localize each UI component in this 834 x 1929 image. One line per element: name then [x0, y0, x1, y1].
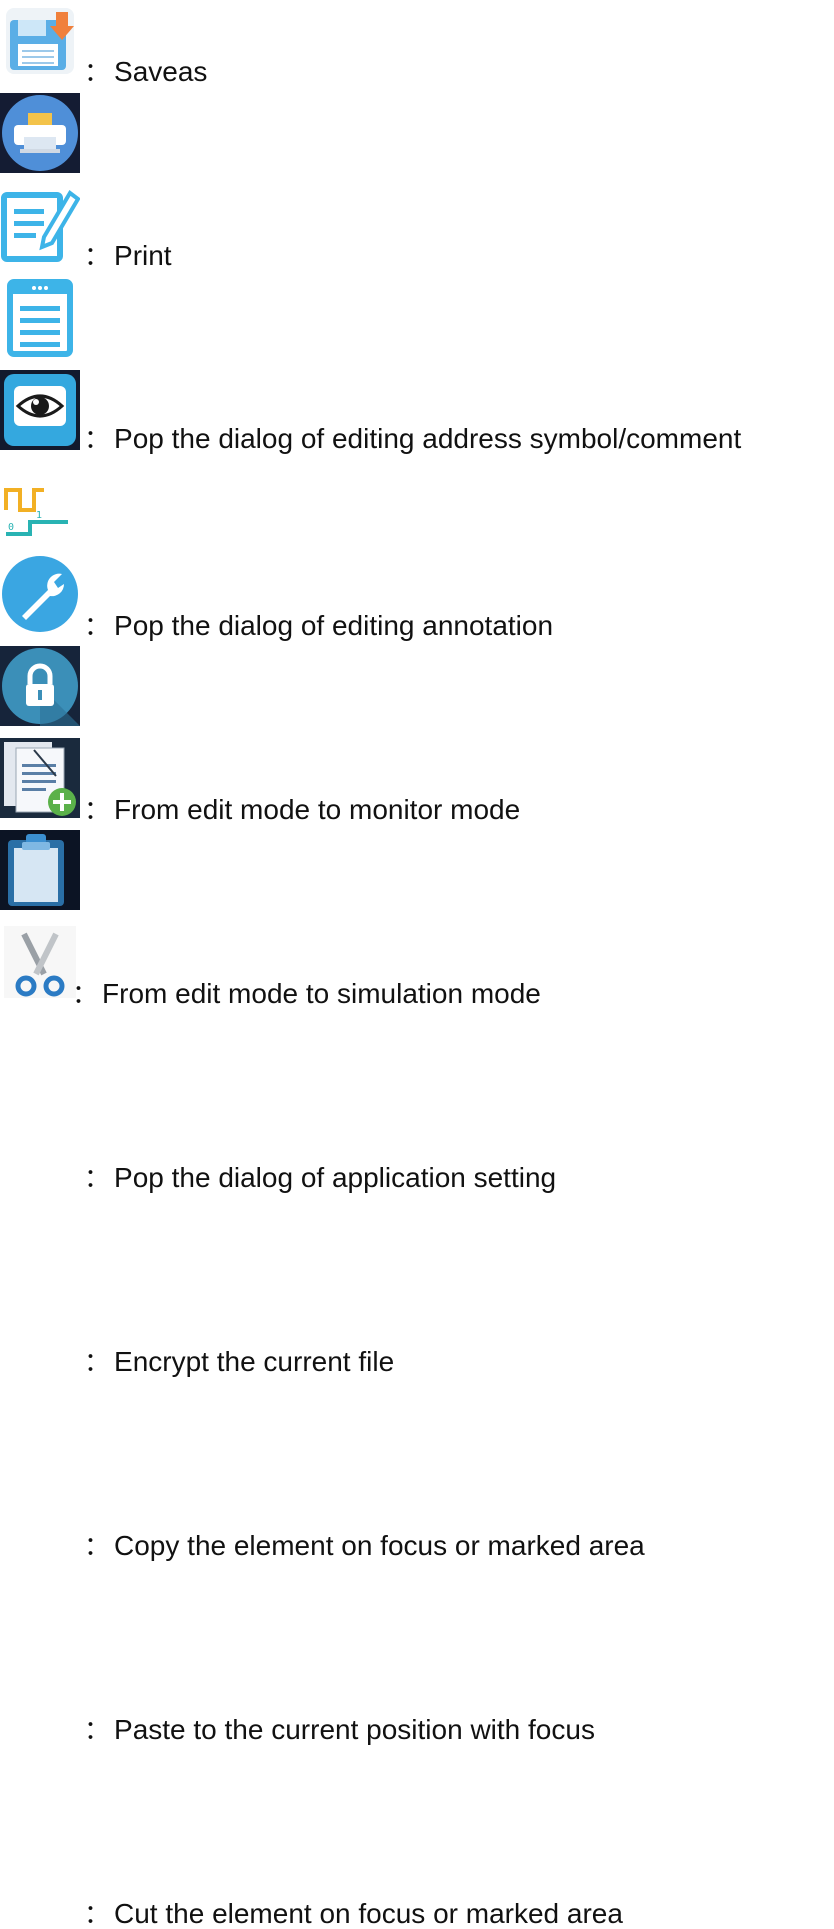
- list-item: ： Pop the dialog of editing annotation: [0, 278, 834, 640]
- monitor-mode-eye-icon: [0, 370, 80, 450]
- separator: ：: [84, 57, 111, 87]
- list-item: ： Pop the dialog of editing address symbo…: [0, 185, 834, 453]
- separator: ：: [84, 1163, 111, 1193]
- svg-text:1: 1: [36, 510, 42, 521]
- separator: ：: [84, 1347, 111, 1377]
- list-item: ： Cut the element on focus or marked area: [0, 922, 834, 1928]
- list-item: ： Encrypt the current file: [0, 646, 834, 1376]
- wrench-settings-icon: [0, 554, 80, 634]
- lock-icon: [0, 646, 80, 726]
- list-item: ： Pop the dialog of application setting: [0, 554, 834, 1192]
- annotation-icon: [0, 278, 80, 358]
- separator: ：: [84, 1715, 111, 1745]
- item-label: Pop the dialog of application setting: [114, 1162, 557, 1193]
- save-as-icon: [0, 0, 80, 80]
- list-item: ： From edit mode to monitor mode: [0, 370, 834, 824]
- separator: ：: [84, 1531, 111, 1561]
- simulation-waveform-icon: 0 1: [0, 462, 80, 542]
- item-label: Encrypt the current file: [114, 1346, 395, 1377]
- svg-text:0: 0: [8, 522, 14, 533]
- scissors-cut-icon: [0, 922, 80, 1002]
- item-label: Cut the element on focus or marked area: [114, 1898, 623, 1929]
- edit-symbol-comment-icon: [0, 185, 80, 265]
- list-item: ： Paste to the current position with focu…: [0, 830, 834, 1744]
- item-label: Copy the element on focus or marked area: [114, 1530, 645, 1561]
- list-item: ： Copy the element on focus or marked are…: [0, 738, 834, 1560]
- list-item: 0 1 ： From edit mode to simulation mode: [0, 462, 834, 1008]
- item-label: Paste to the current position with focus: [114, 1714, 595, 1745]
- list-item: ： Saveas: [0, 0, 834, 86]
- item-label: Saveas: [114, 56, 208, 87]
- list-item: ： Print: [0, 93, 834, 270]
- clipboard-paste-icon: [0, 830, 80, 910]
- separator: ：: [84, 1899, 111, 1929]
- print-icon: [0, 93, 80, 173]
- copy-icon: [0, 738, 80, 818]
